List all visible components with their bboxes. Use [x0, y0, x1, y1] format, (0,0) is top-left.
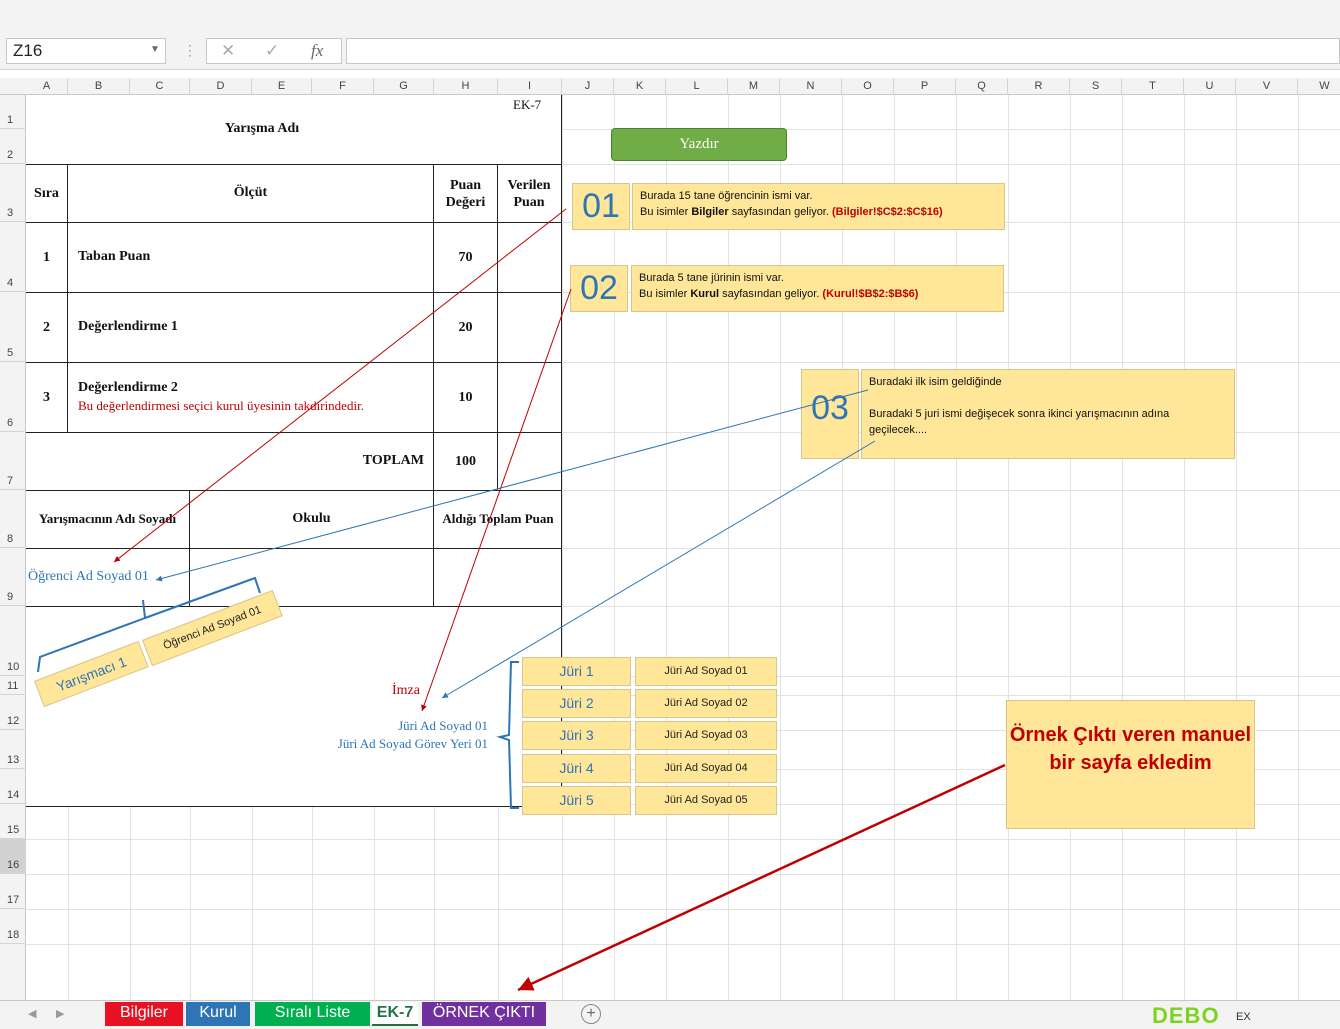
- annotation-arrows: [37, 208, 1006, 992]
- tab-scroll-left-icon[interactable]: ◀: [28, 1007, 36, 1020]
- tab-s-ral-liste[interactable]: Sıralı Liste: [255, 1002, 370, 1026]
- arrow-sample: [517, 763, 1006, 992]
- arrow-note3a: [155, 389, 869, 582]
- contestant-bracket: [37, 576, 261, 673]
- tab-kurul[interactable]: Kurul: [186, 1002, 250, 1026]
- tab--rnek-ikti[interactable]: ÖRNEK ÇIKTI: [422, 1002, 546, 1026]
- arrow-note1: [113, 208, 567, 563]
- arrow-note3b: [441, 440, 876, 699]
- tab-scroll-right-icon[interactable]: ▶: [56, 1007, 64, 1020]
- sheet-tab-bar: ◀ ▶ Bilgiler Kurul Sıralı Liste EK-7 ÖRNEK Ç…: [0, 1000, 1340, 1029]
- jury-bracket: [496, 661, 519, 809]
- tab-ek-7[interactable]: EK-7: [372, 1002, 418, 1026]
- arrow-note2: [421, 288, 572, 712]
- tab-bilgiler[interactable]: Bilgiler: [105, 1002, 183, 1026]
- watermark-logo: DEBO: [1152, 1003, 1220, 1028]
- watermark-small: EX: [1236, 1011, 1251, 1023]
- add-sheet-button[interactable]: +: [581, 1004, 601, 1024]
